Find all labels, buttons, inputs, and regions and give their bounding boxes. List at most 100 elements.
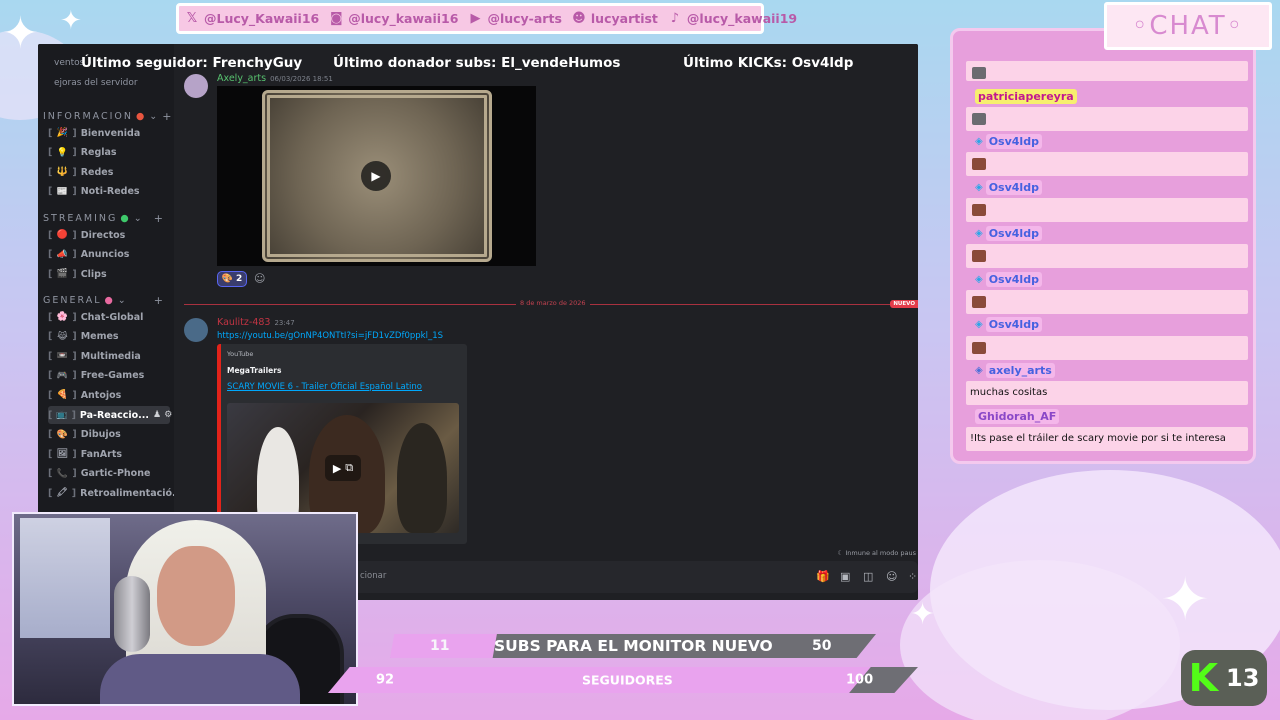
chat-message: !Its pase el tráiler de scary movie por … <box>966 427 1248 451</box>
thumbnail-figure <box>397 423 447 533</box>
invite-icon[interactable]: ♟ <box>153 410 164 420</box>
channel-emoji-icon: 🔴 <box>56 230 68 240</box>
chevron-down-icon[interactable]: ⌄ <box>134 213 144 224</box>
category-header[interactable]: INFORMACION ● ⌄ + <box>43 110 171 123</box>
chat-username[interactable]: Osv4ldp <box>985 317 1042 332</box>
channel-bienvenida[interactable]: [🎉] Bienvenida <box>48 124 170 142</box>
embed-author[interactable]: MegaTrailers <box>227 366 281 375</box>
message-timestamp: 23:47 <box>274 319 295 327</box>
chat-badge-icon: ◈ <box>975 182 983 193</box>
chat-username[interactable]: Osv4ldp <box>985 134 1042 149</box>
avatar[interactable] <box>184 74 208 98</box>
embed-title-link[interactable]: SCARY MOVIE 6 - Trailer Oficial Español … <box>227 382 422 392</box>
channel-directos[interactable]: [🔴] Directos <box>48 226 170 244</box>
chat-emote-icon <box>972 342 986 354</box>
sparkle-icon: ✦ <box>910 597 936 632</box>
channel-emoji-icon: 📺 <box>56 410 68 420</box>
add-reaction-icon[interactable]: ☺ <box>254 272 265 285</box>
add-channel-icon[interactable]: + <box>162 110 173 123</box>
tiktok-icon: ♪ <box>670 11 680 26</box>
channel-noti-redes[interactable]: [📰] Noti-Redes <box>48 183 170 201</box>
message-header: Kaulitz-483 23:47 <box>217 317 295 328</box>
message-link[interactable]: https://youtu.be/gOnNP4ONTtI?si=jFD1vZDf… <box>217 331 443 341</box>
chat-message <box>966 244 1248 268</box>
emoji-icon[interactable]: ☺ <box>886 570 897 583</box>
channel-label: Clips <box>80 268 107 280</box>
channel-free-games[interactable]: [🎮] Free-Games <box>48 367 170 385</box>
social-handle: @lucy-arts <box>487 11 562 26</box>
reaction-chip[interactable]: 🎨 2 <box>217 271 247 287</box>
microphone-icon <box>114 576 150 652</box>
message-author[interactable]: Kaulitz-483 <box>217 317 270 328</box>
social-link[interactable]: ◙ @lucy_kawaii16 <box>329 11 459 26</box>
channel-retroalimentaci[interactable]: [🖍] Retroalimentació... <box>48 484 183 502</box>
channel-clips[interactable]: [🎬] Clips <box>48 265 170 283</box>
channel-fanarts[interactable]: [🖼] FanArts <box>48 445 170 463</box>
channel-label: Memes <box>80 331 119 343</box>
social-link[interactable]: ▶ @lucy-arts <box>468 11 561 26</box>
avatar[interactable] <box>184 318 208 342</box>
chat-username[interactable]: Ghidorah_AF <box>975 409 1060 424</box>
apps-icon[interactable]: ⁘ <box>908 570 917 583</box>
add-channel-icon[interactable]: + <box>154 294 165 307</box>
chevron-down-icon[interactable]: ⌄ <box>118 295 128 306</box>
chat-message: muchas cositas <box>966 381 1248 405</box>
channel-multimedia[interactable]: [📼] Multimedia <box>48 347 170 365</box>
subs-goal-bar: 11 SUBS PARA EL MONITOR NUEVO 50 <box>390 634 876 658</box>
social-handle: lucyartist <box>590 11 658 26</box>
channel-bracket: [ <box>48 429 53 441</box>
channel-emoji-icon: 😹 <box>57 331 68 342</box>
channel-label: Retroalimentació... <box>80 487 183 499</box>
play-icon[interactable]: ▶ ⧉ <box>325 455 361 481</box>
channel-emoji-icon: 🍕 <box>56 390 68 401</box>
chat-username[interactable]: Osv4ldp <box>985 272 1042 287</box>
chat-username[interactable]: axely_arts <box>985 363 1055 378</box>
chat-username[interactable]: patriciapereyra <box>975 89 1077 104</box>
channel-bracket: ] <box>72 448 77 460</box>
channel-reglas[interactable]: [💡] Reglas <box>48 144 170 162</box>
channel-bracket: ] <box>72 166 77 178</box>
goal-label: SEGUIDORES <box>582 672 673 688</box>
channel-memes[interactable]: [😹] Memes <box>48 328 170 346</box>
chat-username[interactable]: Osv4ldp <box>985 180 1042 195</box>
channel-chat-global[interactable]: [🌸] Chat-Global <box>48 308 170 326</box>
chat-username[interactable]: Osv4ldp <box>985 226 1042 241</box>
sidebar-link[interactable]: ejoras del servidor <box>54 78 138 88</box>
social-link[interactable]: 𝕏 @Lucy_Kawaii16 <box>185 11 320 26</box>
channel-anuncios[interactable]: [📣] Anuncios <box>48 246 170 264</box>
channel-bracket: ] <box>72 127 77 139</box>
chat-username-row: ◈ Osv4ldp <box>975 317 1042 332</box>
channel-emoji-icon: 🎬 <box>56 269 68 280</box>
social-link[interactable]: ☻ lucyartist <box>572 11 658 26</box>
channel-bracket: [ <box>48 127 53 139</box>
chevron-down-icon[interactable]: ⌄ <box>149 111 159 122</box>
gif-icon[interactable]: ▣ <box>840 570 850 583</box>
category-header[interactable]: GENERAL ● ⌄ + <box>43 294 165 307</box>
chat-username-row: ◈ Osv4ldp <box>975 272 1042 287</box>
category-header[interactable]: STREAMING ● ⌄ + <box>43 212 165 225</box>
reaction-count: 2 <box>235 274 243 284</box>
channel-antojos[interactable]: [🍕] Antojos <box>48 386 170 404</box>
channel-bracket: ] <box>72 429 77 441</box>
gear-icon[interactable]: ⚙ <box>164 410 172 420</box>
video-attachment[interactable]: ▶ <box>217 86 536 266</box>
sticker-icon[interactable]: ◫ <box>863 570 873 583</box>
channel-dibujos[interactable]: [🎨] Dibujos <box>48 426 170 444</box>
new-badge: NUEVO <box>890 300 918 308</box>
channel-gartic-phone[interactable]: [📞] Gartic-Phone <box>48 465 170 483</box>
add-channel-icon[interactable]: + <box>154 212 165 225</box>
channel-redes[interactable]: [🔱] Redes <box>48 163 170 181</box>
channel-emoji-icon: 🎉 <box>56 128 68 138</box>
social-link[interactable]: ♪ @lucy_kawaii19 <box>668 11 797 26</box>
channel-label: Antojos <box>80 389 122 401</box>
channel-emoji-icon: 📞 <box>56 468 68 479</box>
sidebar-link[interactable]: ventos <box>54 58 84 68</box>
message-header: Axely_arts 06/03/2026 18:51 <box>217 73 333 84</box>
channel-bracket: ] <box>72 186 77 198</box>
play-icon[interactable]: ▶ <box>361 161 391 191</box>
channel-emoji-icon: 🖍 <box>56 488 68 499</box>
chat-message <box>966 61 1248 81</box>
channel-pa-reaccio[interactable]: [📺] Pa-Reaccio... ♟ ⚙ <box>48 406 172 424</box>
message-author[interactable]: Axely_arts <box>217 73 266 84</box>
gift-icon[interactable]: 🎁 <box>816 570 830 583</box>
